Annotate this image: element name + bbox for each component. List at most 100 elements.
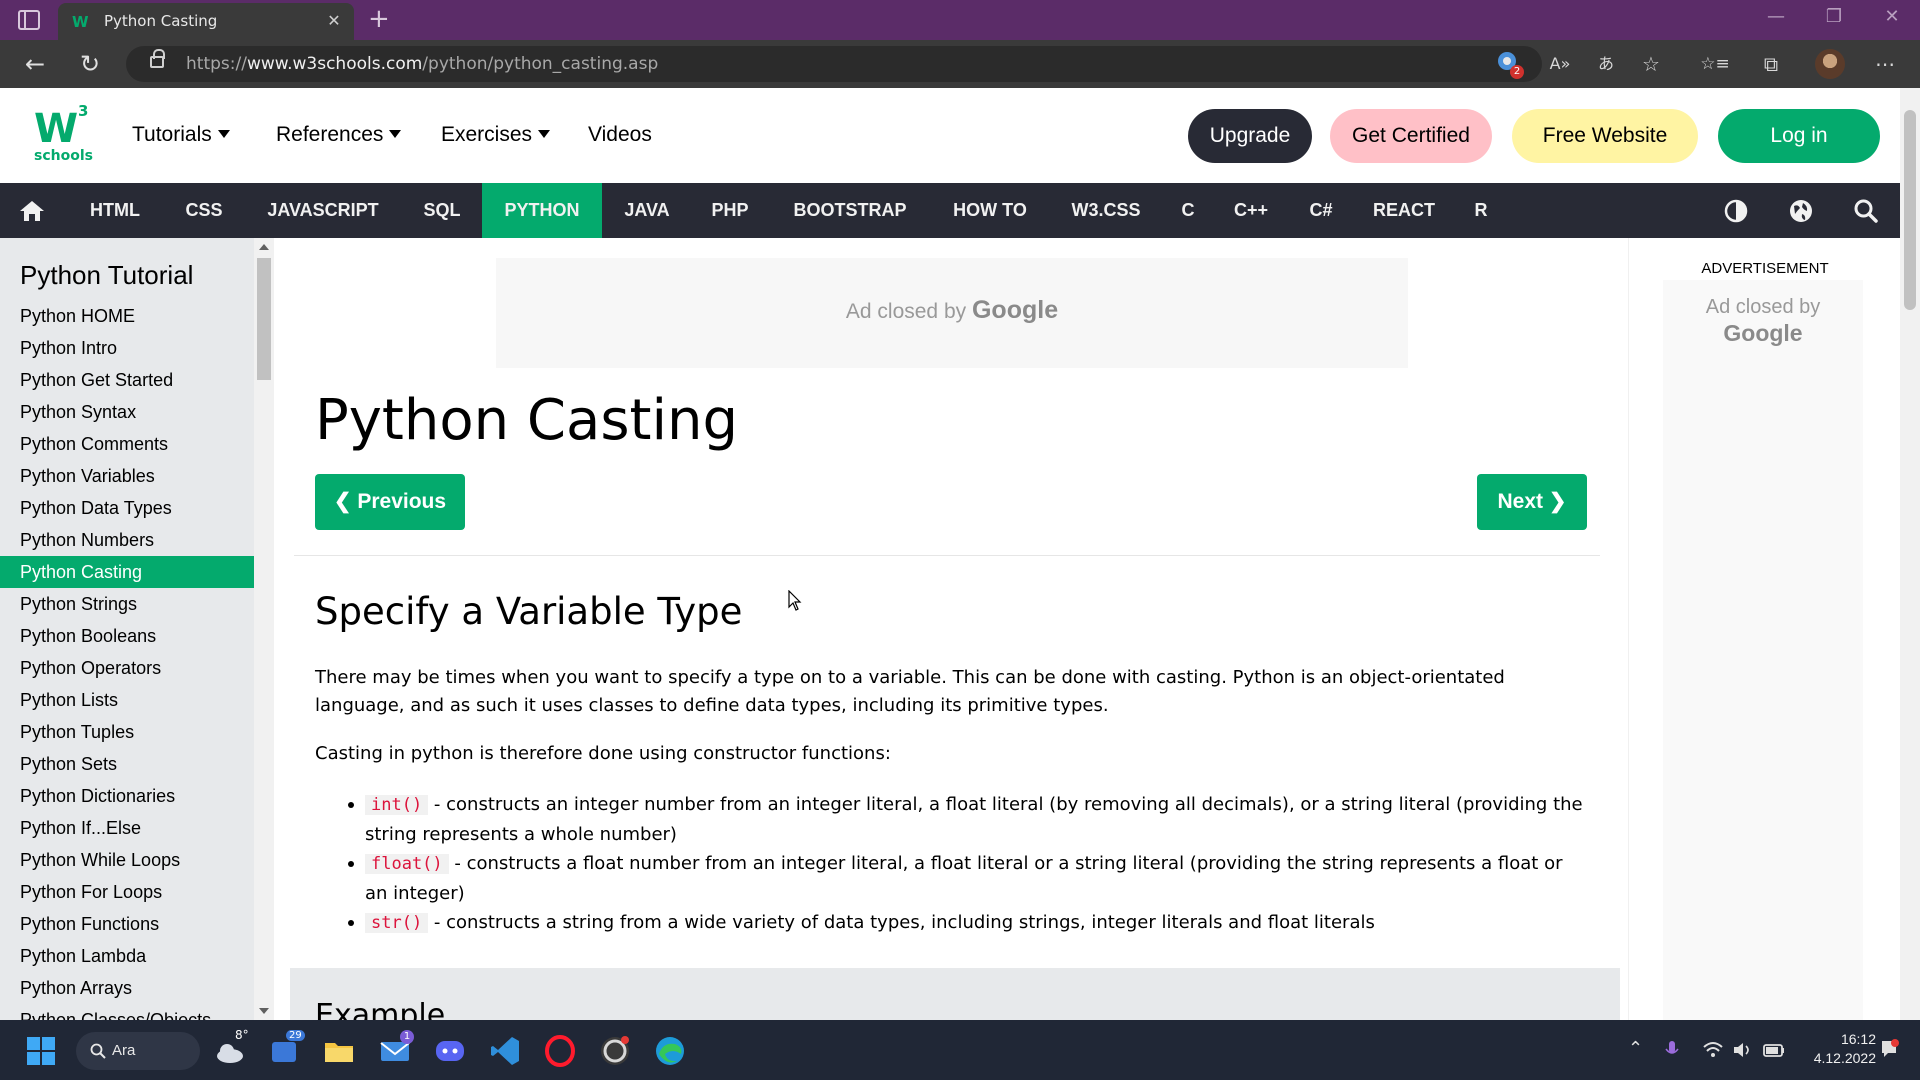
sidebar-item-python-syntax[interactable]: Python Syntax — [0, 396, 254, 428]
sidebar-item-python-variables[interactable]: Python Variables — [0, 460, 254, 492]
collections-icon[interactable]: ⧉ — [1756, 50, 1786, 78]
obs-icon[interactable] — [598, 1034, 632, 1068]
free-website-button[interactable]: Free Website — [1512, 109, 1698, 163]
menu-tutorials[interactable]: Tutorials — [132, 123, 230, 147]
sidebar-item-python-for-loops[interactable]: Python For Loops — [0, 876, 254, 908]
topnav-csharp[interactable]: C# — [1292, 183, 1350, 238]
menu-exercises[interactable]: Exercises — [441, 123, 551, 147]
read-aloud-icon[interactable]: A» — [1545, 50, 1575, 78]
mail-app[interactable]: 1 — [378, 1030, 414, 1068]
wifi-icon[interactable] — [1702, 1040, 1724, 1060]
topnav-python[interactable]: PYTHON — [482, 183, 602, 238]
sidebar-item-python-comments[interactable]: Python Comments — [0, 428, 254, 460]
topnav-react[interactable]: REACT — [1360, 183, 1448, 238]
menu-references[interactable]: References — [276, 123, 402, 147]
example-title: Example — [315, 998, 446, 1020]
taskbar-clock[interactable]: 16:12 4.12.2022 — [1806, 1030, 1876, 1068]
sidebar-scroll-thumb[interactable] — [257, 258, 271, 380]
sidebar-scrollbar[interactable] — [254, 238, 274, 1020]
volume-icon[interactable] — [1732, 1040, 1754, 1060]
logo-3: 3 — [78, 102, 89, 120]
dark-mode-icon[interactable] — [1723, 198, 1749, 224]
sidebar-item-python-strings[interactable]: Python Strings — [0, 588, 254, 620]
sidebar-item-python-arrays[interactable]: Python Arrays — [0, 972, 254, 1004]
w3schools-logo[interactable]: W 3 schools — [32, 102, 96, 166]
get-certified-button[interactable]: Get Certified — [1330, 109, 1492, 163]
topnav-howto[interactable]: HOW TO — [934, 183, 1046, 238]
close-window-button[interactable]: ✕ — [1872, 6, 1912, 27]
topnav-c[interactable]: C — [1166, 183, 1210, 238]
weather-widget[interactable]: 8° — [213, 1028, 249, 1068]
tray-overflow-icon[interactable]: ⌃ — [1628, 1038, 1643, 1059]
topnav-javascript[interactable]: JAVASCRIPT — [250, 183, 396, 238]
scroll-down-arrow-icon[interactable] — [259, 1008, 269, 1014]
topnav-sql[interactable]: SQL — [406, 183, 478, 238]
topnav-cpp[interactable]: C++ — [1220, 183, 1282, 238]
sidebar-item-python-functions[interactable]: Python Functions — [0, 908, 254, 940]
address-bar[interactable]: https://www.w3schools.com/python/python_… — [126, 46, 1542, 82]
sidebar-item-python-sets[interactable]: Python Sets — [0, 748, 254, 780]
scroll-up-arrow-icon[interactable] — [259, 244, 269, 250]
page-scroll-thumb[interactable] — [1904, 110, 1916, 310]
refresh-icon[interactable]: ↻ — [75, 49, 105, 79]
sidebar-item-python-while-loops[interactable]: Python While Loops — [0, 844, 254, 876]
previous-button[interactable]: ❮ Previous — [315, 474, 465, 530]
file-explorer-icon[interactable] — [322, 1034, 356, 1068]
topnav-html[interactable]: HTML — [70, 183, 160, 238]
sidebar-item-python-operators[interactable]: Python Operators — [0, 652, 254, 684]
extension-icon[interactable]: 2 — [1492, 50, 1524, 79]
search-icon[interactable] — [1853, 198, 1879, 224]
add-favorite-icon[interactable]: ☆ — [1636, 50, 1666, 78]
notifications-icon[interactable] — [1878, 1038, 1900, 1060]
next-button[interactable]: Next ❯ — [1477, 474, 1587, 530]
vscode-icon[interactable] — [488, 1034, 522, 1068]
translate-icon[interactable]: あ — [1591, 50, 1621, 78]
back-icon[interactable]: ← — [20, 49, 50, 79]
sidebar-item-python-tuples[interactable]: Python Tuples — [0, 716, 254, 748]
sidebar-item-python-numbers[interactable]: Python Numbers — [0, 524, 254, 556]
side-ad-closed-text: Ad closed by Google — [1663, 294, 1863, 346]
tab-close-icon[interactable]: ✕ — [324, 11, 344, 30]
taskbar-search[interactable]: Ara — [76, 1032, 200, 1070]
globe-icon[interactable] — [1788, 198, 1814, 224]
new-tab-button[interactable]: + — [368, 4, 390, 34]
upgrade-button[interactable]: Upgrade — [1188, 109, 1312, 163]
topnav-r[interactable]: R — [1458, 183, 1504, 238]
microphone-icon[interactable] — [1664, 1039, 1680, 1061]
sidebar-item-python-booleans[interactable]: Python Booleans — [0, 620, 254, 652]
browser-tab-active[interactable]: W Python Casting ✕ — [58, 3, 354, 40]
sidebar-item-python-intro[interactable]: Python Intro — [0, 332, 254, 364]
sidebar-item-python-classes[interactable]: Python Classes/Objects — [0, 1004, 254, 1020]
sidebar-item-python-data-types[interactable]: Python Data Types — [0, 492, 254, 524]
widgets-app[interactable]: 29 — [268, 1030, 305, 1068]
topnav-php[interactable]: PHP — [694, 183, 766, 238]
profile-avatar[interactable] — [1815, 49, 1845, 79]
favorites-icon[interactable]: ☆≡ — [1700, 50, 1730, 78]
topnav-bootstrap[interactable]: BOOTSTRAP — [776, 183, 924, 238]
sidebar-title: Python Tutorial — [20, 260, 194, 290]
page-scrollbar[interactable] — [1900, 88, 1920, 1020]
sidebar-toggle-icon[interactable] — [18, 10, 40, 30]
sidebar-item-python-get-started[interactable]: Python Get Started — [0, 364, 254, 396]
home-icon[interactable] — [18, 199, 46, 223]
discord-icon[interactable] — [433, 1034, 467, 1068]
lock-icon[interactable] — [150, 49, 165, 68]
topnav-css[interactable]: CSS — [168, 183, 240, 238]
restore-button[interactable]: ❐ — [1814, 6, 1854, 27]
menu-videos[interactable]: Videos — [588, 123, 652, 147]
opera-icon[interactable] — [543, 1034, 577, 1068]
sidebar-item-python-lambda[interactable]: Python Lambda — [0, 940, 254, 972]
windows-start-icon[interactable] — [24, 1034, 58, 1068]
minimize-button[interactable]: — — [1756, 6, 1796, 27]
topnav-java[interactable]: JAVA — [608, 183, 686, 238]
login-button[interactable]: Log in — [1718, 109, 1880, 163]
battery-icon[interactable] — [1762, 1040, 1786, 1060]
sidebar-item-python-casting[interactable]: Python Casting — [0, 556, 254, 588]
sidebar-item-python-lists[interactable]: Python Lists — [0, 684, 254, 716]
topnav-w3css[interactable]: W3.CSS — [1056, 183, 1156, 238]
sidebar-item-python-home[interactable]: Python HOME — [0, 300, 254, 332]
sidebar-item-python-dictionaries[interactable]: Python Dictionaries — [0, 780, 254, 812]
sidebar-item-python-if-else[interactable]: Python If...Else — [0, 812, 254, 844]
edge-icon[interactable] — [653, 1034, 687, 1068]
more-options-icon[interactable]: ⋯ — [1870, 50, 1900, 78]
